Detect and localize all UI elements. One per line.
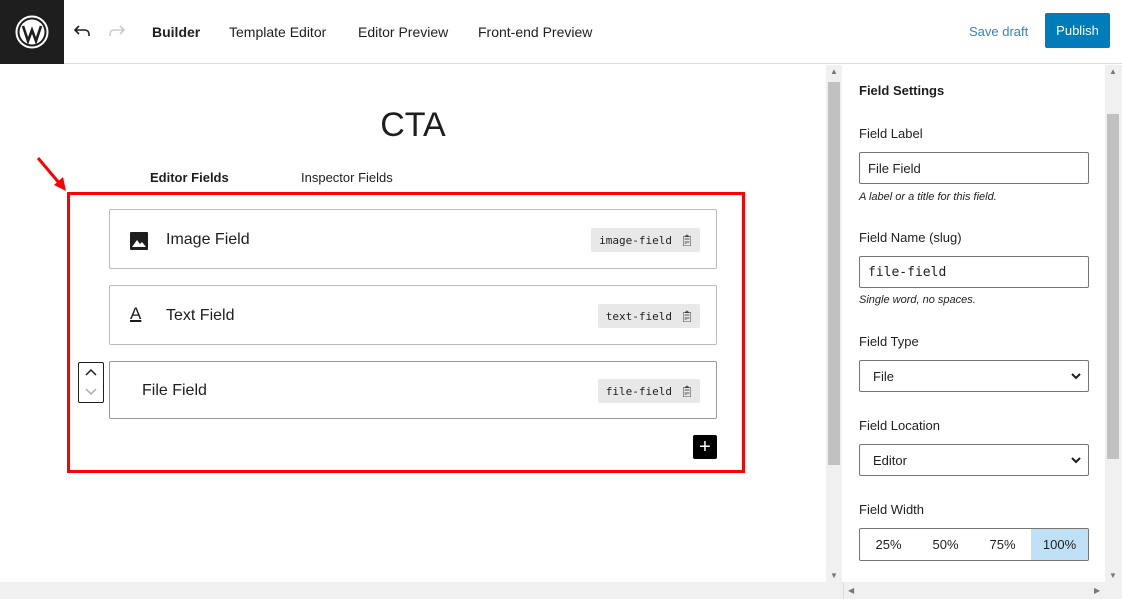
field-type-select[interactable]: File: [859, 360, 1089, 392]
field-width-label: Field Width: [859, 502, 925, 517]
publish-button[interactable]: Publish: [1045, 13, 1110, 48]
chevron-down-icon: [1071, 373, 1081, 380]
panel-heading: Field Settings: [859, 83, 945, 98]
field-location-label: Field Location: [859, 418, 940, 433]
image-icon: [130, 232, 148, 255]
add-field-button[interactable]: +: [693, 435, 717, 459]
nav-builder[interactable]: Builder: [152, 24, 200, 40]
field-location-value: Editor: [873, 452, 907, 468]
copy-icon[interactable]: 📋︎: [680, 385, 694, 398]
copy-icon[interactable]: 📋︎: [680, 234, 694, 247]
slug-text: text-field: [605, 309, 673, 323]
field-name-label: Field Name (slug): [859, 230, 962, 245]
field-card-file[interactable]: File Field file-field 📋︎: [109, 361, 717, 419]
field-card-image[interactable]: Image Field image-field 📋︎: [109, 209, 717, 269]
redo-icon[interactable]: [108, 22, 126, 45]
field-width-group: 25% 50% 75% 100%: [859, 528, 1089, 561]
page-title: CTA: [380, 106, 446, 144]
wordpress-logo-icon[interactable]: [0, 0, 64, 64]
field-label-help: A label or a title for this field.: [859, 191, 997, 203]
field-label: Image Field: [166, 231, 250, 248]
field-type-value: File: [873, 368, 894, 384]
text-icon: A: [130, 304, 142, 323]
panel-scrollbar[interactable]: ▲ ▼: [1105, 65, 1122, 582]
slug-text: file-field: [605, 384, 673, 398]
nav-editor-preview[interactable]: Editor Preview: [358, 24, 448, 40]
field-location-select[interactable]: Editor: [859, 444, 1089, 476]
move-down-icon[interactable]: [84, 387, 98, 397]
slug-text: image-field: [599, 233, 673, 247]
field-card-text[interactable]: A Text Field text-field 📋︎: [109, 285, 717, 345]
field-slug-badge[interactable]: file-field 📋︎: [597, 379, 700, 403]
width-75[interactable]: 75%: [974, 529, 1031, 560]
horizontal-scrollbar[interactable]: ◀ ▶: [0, 582, 1122, 599]
width-50[interactable]: 50%: [917, 529, 974, 560]
width-100[interactable]: 100%: [1031, 529, 1088, 560]
width-25[interactable]: 25%: [860, 529, 917, 560]
main-scrollbar[interactable]: ▲ ▼: [826, 65, 842, 582]
nav-template-editor[interactable]: Template Editor: [229, 24, 326, 40]
tab-inspector-fields[interactable]: Inspector Fields: [301, 170, 393, 185]
annotation-arrow-icon: [36, 156, 68, 197]
field-label-label: Field Label: [859, 126, 923, 141]
copy-icon[interactable]: 📋︎: [680, 310, 694, 323]
save-draft-button[interactable]: Save draft: [969, 24, 1028, 39]
field-type-label: Field Type: [859, 334, 919, 349]
move-up-icon[interactable]: [84, 367, 98, 377]
tab-editor-fields[interactable]: Editor Fields: [150, 170, 229, 185]
field-name-input[interactable]: file-field: [859, 256, 1089, 288]
chevron-down-icon: [1071, 457, 1081, 464]
field-settings-panel: Field Settings Field Label File Field A …: [843, 65, 1105, 582]
field-slug-badge[interactable]: text-field 📋︎: [597, 304, 700, 328]
field-label: File Field: [142, 382, 207, 399]
field-name-help: Single word, no spaces.: [859, 294, 976, 306]
nav-frontend-preview[interactable]: Front-end Preview: [478, 24, 592, 40]
field-label-input[interactable]: File Field: [859, 152, 1089, 184]
move-buttons: [78, 362, 104, 403]
field-label: Text Field: [166, 307, 235, 324]
field-slug-badge[interactable]: image-field 📋︎: [591, 228, 700, 252]
undo-icon[interactable]: [73, 22, 91, 45]
